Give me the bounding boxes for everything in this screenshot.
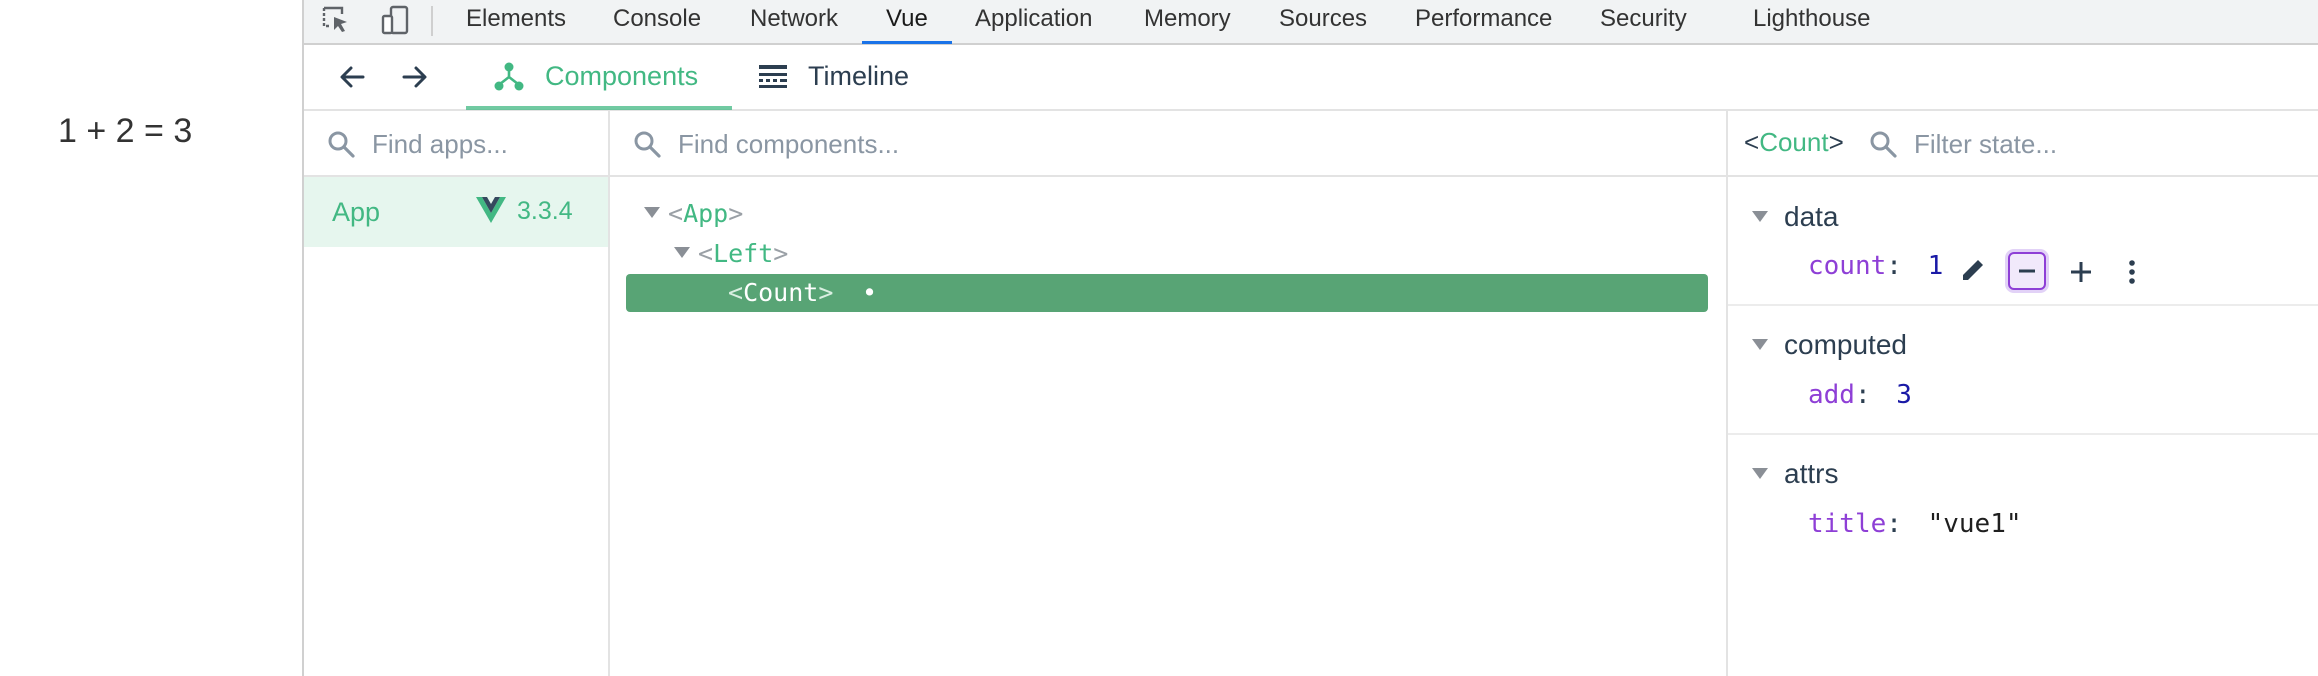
tree-node-label: <Left> (698, 239, 789, 268)
toolbar-divider (431, 6, 433, 36)
search-icon (634, 131, 661, 158)
collapse-toggle-icon[interactable] (1752, 339, 1768, 350)
result-text: 1 + 2 = 3 (58, 112, 193, 150)
components-search-row (610, 111, 1726, 177)
section-computed[interactable]: computed (1728, 319, 2318, 369)
app-version: 3.3.4 (517, 197, 573, 225)
tab-memory[interactable]: Memory (1144, 0, 1231, 45)
tab-network[interactable]: Network (750, 0, 838, 45)
section-divider (1728, 433, 2318, 435)
find-apps-input[interactable] (372, 125, 602, 163)
tree-node-app[interactable]: <App> (610, 195, 1728, 233)
find-components-input[interactable] (678, 125, 1678, 163)
active-tab-indicator (862, 41, 952, 44)
tab-application[interactable]: Application (975, 0, 1092, 45)
tree-node-count[interactable]: <Count> • (626, 274, 1708, 312)
edit-pencil-icon[interactable] (1956, 253, 1992, 289)
components-tree-icon (494, 62, 524, 91)
vue-toolbar: Components Timeline (304, 45, 2318, 111)
section-attrs[interactable]: attrs (1728, 448, 2318, 498)
state-inspector-panel: <Count> data count: 1 (1728, 111, 2318, 676)
tree-node-left[interactable]: <Left> (610, 235, 1728, 273)
state-prop-title: title: "vue1" (1808, 509, 2022, 539)
forward-arrow-icon[interactable] (397, 59, 433, 95)
minus-icon (2019, 269, 2035, 273)
more-vertical-icon[interactable] (2114, 254, 2150, 290)
search-icon (1870, 131, 1897, 158)
timeline-icon (759, 65, 787, 88)
tab-components-label: Components (545, 61, 699, 91)
tab-components[interactable]: Components (466, 45, 732, 109)
section-label: attrs (1784, 458, 1839, 489)
tab-performance[interactable]: Performance (1415, 0, 1552, 45)
collapse-toggle-icon[interactable] (1752, 211, 1768, 222)
app-name: App (332, 197, 381, 227)
inspect-element-icon[interactable] (320, 4, 352, 36)
section-label: data (1784, 201, 1839, 232)
apps-search-row (304, 111, 608, 177)
active-vue-tab-indicator (466, 106, 732, 110)
tree-node-label: <Count> (728, 278, 834, 307)
tab-lighthouse[interactable]: Lighthouse (1753, 0, 1870, 45)
state-prop-add: add: 3 (1808, 380, 1912, 410)
collapse-toggle-icon[interactable] (1752, 468, 1768, 479)
vue-logo-icon (476, 197, 506, 223)
selection-dot: • (862, 278, 878, 307)
devtools-panel: Elements Console Network Vue Application… (302, 0, 2318, 676)
tab-elements[interactable]: Elements (466, 0, 566, 45)
back-arrow-icon[interactable] (334, 59, 370, 95)
selected-component-name: <Count> (1744, 127, 1844, 157)
decrement-button[interactable] (2008, 252, 2046, 290)
state-prop-count: count: 1 (1808, 251, 1944, 281)
section-data[interactable]: data (1728, 191, 2318, 241)
section-label: computed (1784, 329, 1907, 360)
tab-vue[interactable]: Vue (886, 0, 928, 45)
filter-state-input[interactable] (1914, 125, 2304, 163)
device-toolbar-icon[interactable] (380, 4, 412, 36)
tree-node-label: <App> (668, 199, 744, 228)
search-icon (328, 131, 355, 158)
state-search-row: <Count> (1728, 111, 2318, 177)
expand-toggle-icon[interactable] (644, 207, 660, 218)
plus-icon[interactable] (2063, 254, 2099, 290)
app-page: 1 + 2 = 3 (0, 0, 302, 676)
tab-timeline-label: Timeline (808, 61, 910, 91)
tab-sources[interactable]: Sources (1279, 0, 1367, 45)
tab-console[interactable]: Console (613, 0, 701, 45)
app-list-item[interactable]: App 3.3.4 (304, 177, 608, 247)
devtools-tab-bar: Elements Console Network Vue Application… (304, 0, 2318, 45)
expand-toggle-icon[interactable] (674, 247, 690, 258)
tab-security[interactable]: Security (1600, 0, 1687, 45)
tab-timeline[interactable]: Timeline (744, 45, 944, 109)
apps-panel: App 3.3.4 (304, 111, 610, 676)
section-divider (1728, 304, 2318, 306)
component-tree-panel: <App> <Left> <Count> • (610, 111, 1728, 676)
